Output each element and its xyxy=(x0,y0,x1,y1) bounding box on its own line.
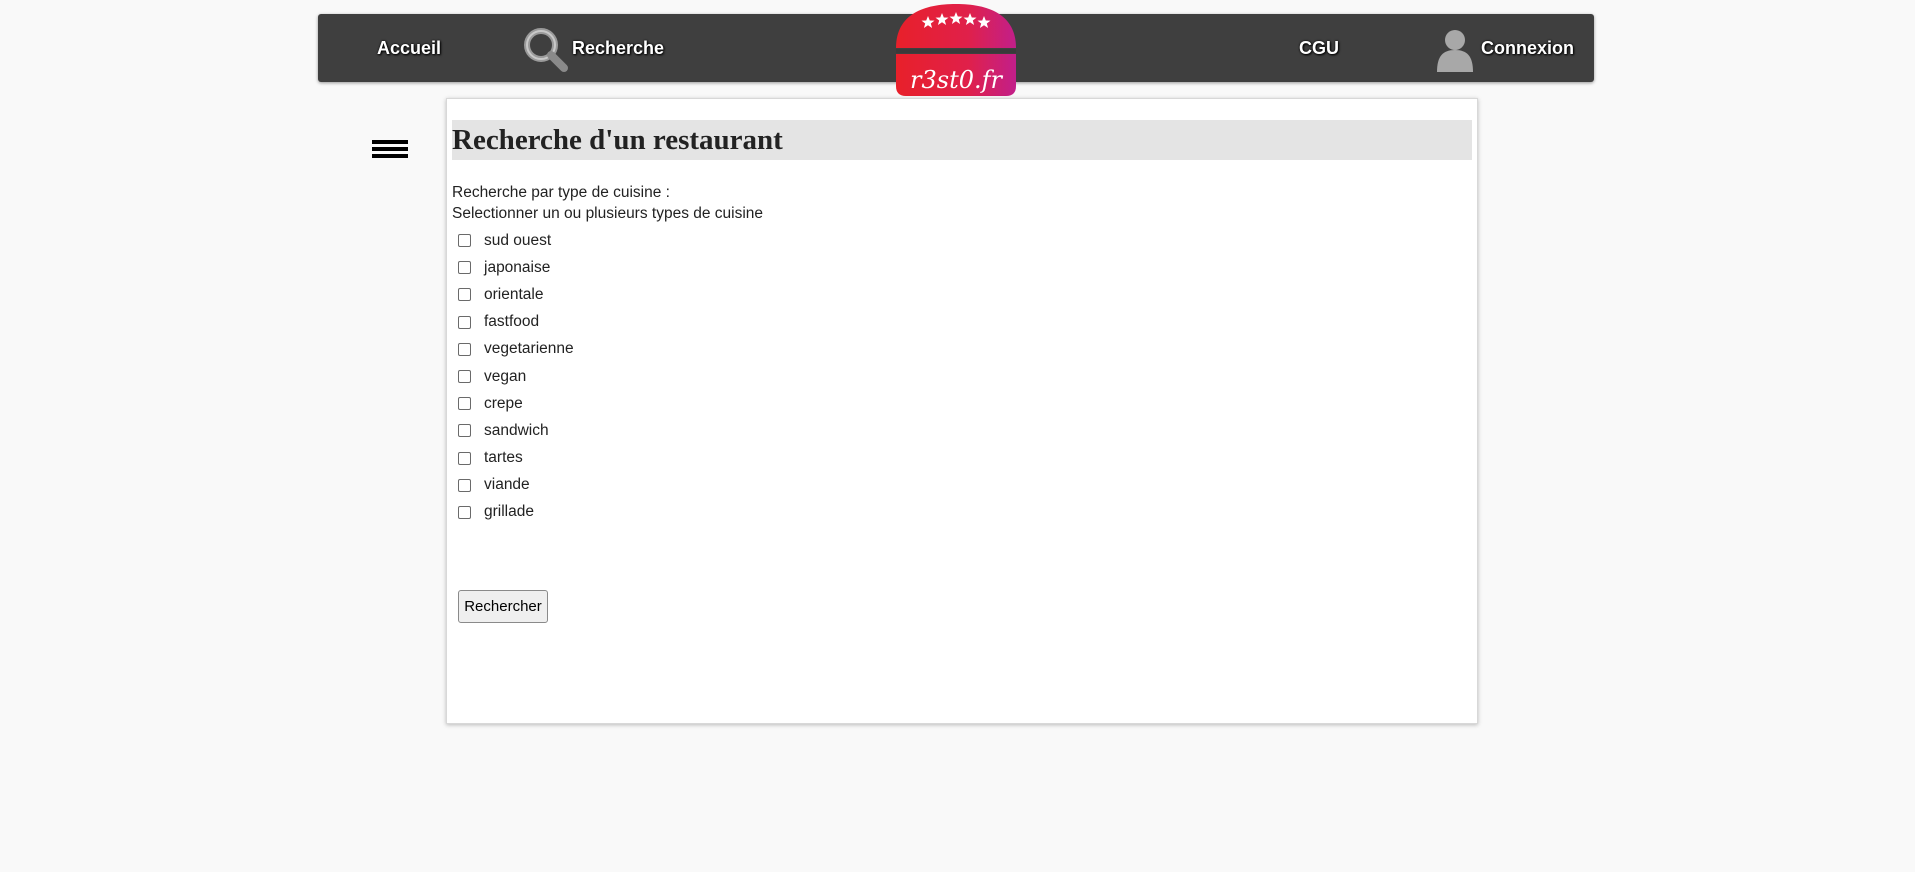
cuisine-checkbox[interactable] xyxy=(458,505,471,519)
cuisine-option[interactable]: fastfood xyxy=(452,309,574,336)
magnifier-icon xyxy=(522,26,568,72)
cuisine-checkbox[interactable] xyxy=(458,397,471,411)
cuisine-checkbox[interactable] xyxy=(458,288,471,302)
site-logo[interactable]: r3st0.fr xyxy=(896,4,1016,96)
logo-text: r3st0.fr xyxy=(910,66,1002,94)
cuisine-option[interactable]: crepe xyxy=(452,390,574,417)
search-panel: Recherche d'un restaurant Recherche par … xyxy=(446,98,1478,724)
hamburger-menu-icon[interactable] xyxy=(372,140,408,162)
cuisine-checkbox[interactable] xyxy=(458,478,471,492)
cuisine-label: sandwich xyxy=(484,421,549,439)
cuisine-option[interactable]: japonaise xyxy=(452,254,574,281)
select-cuisine-instructions: Selectionner un ou plusieurs types de cu… xyxy=(452,205,764,222)
cuisine-checkbox[interactable] xyxy=(458,234,471,248)
user-icon xyxy=(1435,26,1481,72)
cuisine-label: vegan xyxy=(484,367,527,385)
cuisine-option[interactable]: vegan xyxy=(452,363,574,390)
cuisine-checkbox[interactable] xyxy=(458,261,471,275)
search-submit-button[interactable]: Rechercher xyxy=(458,590,548,623)
cuisine-option[interactable]: sandwich xyxy=(452,417,574,444)
cuisine-option[interactable]: grillade xyxy=(452,499,574,526)
search-by-cuisine-label: Recherche par type de cuisine : xyxy=(452,184,670,201)
page-title: Recherche d'un restaurant xyxy=(452,120,1472,160)
cuisine-checkbox[interactable] xyxy=(458,315,471,329)
cuisine-label: japonaise xyxy=(484,258,551,276)
cuisine-label: crepe xyxy=(484,394,523,412)
cuisine-label: fastfood xyxy=(484,313,540,331)
nav-login-label: Connexion xyxy=(1481,38,1574,58)
cuisine-checkbox[interactable] xyxy=(458,370,471,384)
cuisine-checkbox[interactable] xyxy=(458,342,471,356)
cuisine-option[interactable]: tartes xyxy=(452,445,574,472)
cuisine-label: sud ouest xyxy=(484,231,552,249)
cuisine-label: vegetarienne xyxy=(484,340,574,358)
nav-search-label: Recherche xyxy=(572,38,665,58)
cuisine-option[interactable]: vegetarienne xyxy=(452,336,574,363)
cuisine-option[interactable]: sud ouest xyxy=(452,227,574,254)
cuisine-option[interactable]: viande xyxy=(452,472,574,499)
cuisine-label: orientale xyxy=(484,285,544,303)
cuisine-option[interactable]: orientale xyxy=(452,281,574,308)
cuisine-label: grillade xyxy=(484,503,534,521)
cuisine-checkbox[interactable] xyxy=(458,451,471,465)
nav-home-link[interactable]: Accueil xyxy=(377,14,441,82)
cuisine-label: tartes xyxy=(484,449,523,467)
nav-terms-link[interactable]: CGU xyxy=(1299,14,1339,82)
cuisine-checkbox[interactable] xyxy=(458,424,471,438)
cuisine-label: viande xyxy=(484,476,530,494)
cuisine-type-list: sud ouest japonaise orientale fastfood v… xyxy=(452,227,574,526)
